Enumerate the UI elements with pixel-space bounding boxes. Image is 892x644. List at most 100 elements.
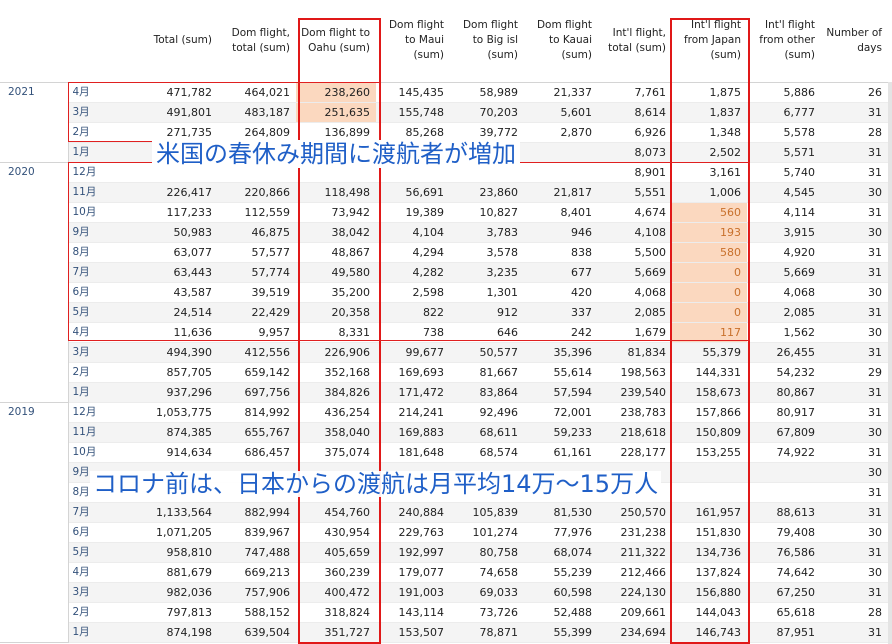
value-cell[interactable]: 79,408 <box>747 522 821 543</box>
value-cell[interactable]: 179,077 <box>376 562 450 583</box>
value-cell[interactable]: 20,358 <box>296 302 376 323</box>
value-cell[interactable]: 21,337 <box>524 82 598 103</box>
value-cell[interactable]: 822 <box>376 302 450 323</box>
value-cell[interactable]: 67,250 <box>747 582 821 603</box>
month-label[interactable]: 1月 <box>68 622 148 643</box>
value-cell[interactable]: 169,693 <box>376 362 450 383</box>
value-cell[interactable]: 145,435 <box>376 82 450 103</box>
month-label[interactable]: 6月 <box>68 522 148 543</box>
column-header-8[interactable]: Int'l flight, total (sum) <box>598 0 672 83</box>
value-cell[interactable]: 360,239 <box>296 562 376 583</box>
value-cell[interactable]: 35,200 <box>296 282 376 303</box>
value-cell[interactable]: 31 <box>821 262 888 283</box>
value-cell[interactable]: 150,809 <box>672 422 747 443</box>
year-label[interactable]: 2021 <box>0 82 69 163</box>
value-cell[interactable] <box>672 482 747 503</box>
value-cell[interactable]: 250,570 <box>598 502 672 523</box>
month-label[interactable]: 1月 <box>68 382 148 403</box>
value-cell[interactable]: 239,540 <box>598 382 672 403</box>
value-cell[interactable]: 2,085 <box>747 302 821 323</box>
month-label[interactable]: 4月 <box>68 322 148 343</box>
value-cell[interactable]: 4,674 <box>598 202 672 223</box>
value-cell[interactable]: 1,562 <box>747 322 821 343</box>
value-cell[interactable]: 2,598 <box>376 282 450 303</box>
month-label[interactable]: 8月 <box>68 242 148 263</box>
value-cell[interactable]: 137,824 <box>672 562 747 583</box>
value-cell[interactable]: 30 <box>821 282 888 303</box>
value-cell[interactable]: 38,042 <box>296 222 376 243</box>
value-cell[interactable]: 76,586 <box>747 542 821 563</box>
value-cell[interactable]: 0 <box>672 302 747 323</box>
month-label[interactable]: 5月 <box>68 302 148 323</box>
value-cell[interactable]: 30 <box>821 222 888 243</box>
value-cell[interactable]: 8,401 <box>524 202 598 223</box>
value-cell[interactable]: 211,322 <box>598 542 672 563</box>
value-cell[interactable]: 420 <box>524 282 598 303</box>
column-header-7[interactable]: Dom flight to Kauai (sum) <box>524 0 598 83</box>
value-cell[interactable]: 198,563 <box>598 362 672 383</box>
value-cell[interactable]: 9,957 <box>218 322 296 343</box>
value-cell[interactable]: 686,457 <box>218 442 296 463</box>
year-label[interactable]: 2019 <box>0 402 69 643</box>
value-cell[interactable]: 231,238 <box>598 522 672 543</box>
value-cell[interactable]: 171,472 <box>376 382 450 403</box>
value-cell[interactable]: 68,074 <box>524 542 598 563</box>
column-header-9[interactable]: Int'l flight from Japan (sum) <box>672 0 747 83</box>
value-cell[interactable]: 881,679 <box>148 562 218 583</box>
value-cell[interactable]: 31 <box>821 382 888 403</box>
value-cell[interactable]: 68,611 <box>450 422 524 443</box>
value-cell[interactable]: 4,068 <box>598 282 672 303</box>
value-cell[interactable]: 234,694 <box>598 622 672 643</box>
month-label[interactable]: 3月 <box>68 102 148 123</box>
value-cell[interactable]: 26 <box>821 82 888 103</box>
value-cell[interactable]: 81,667 <box>450 362 524 383</box>
value-cell[interactable]: 57,594 <box>524 382 598 403</box>
value-cell[interactable]: 271,735 <box>148 122 218 143</box>
value-cell[interactable]: 21,817 <box>524 182 598 203</box>
value-cell[interactable]: 156,880 <box>672 582 747 603</box>
value-cell[interactable]: 55,379 <box>672 342 747 363</box>
value-cell[interactable]: 52,488 <box>524 602 598 623</box>
value-cell[interactable]: 218,618 <box>598 422 672 443</box>
month-label[interactable]: 6月 <box>68 282 148 303</box>
value-cell[interactable]: 318,824 <box>296 602 376 623</box>
value-cell[interactable]: 405,659 <box>296 542 376 563</box>
value-cell[interactable]: 99,677 <box>376 342 450 363</box>
column-header-1[interactable] <box>68 0 148 83</box>
value-cell[interactable]: 92,496 <box>450 402 524 423</box>
value-cell[interactable]: 3,578 <box>450 242 524 263</box>
value-cell[interactable]: 67,809 <box>747 422 821 443</box>
value-cell[interactable]: 30 <box>821 182 888 203</box>
value-cell[interactable]: 251,635 <box>296 102 376 123</box>
value-cell[interactable]: 31 <box>821 342 888 363</box>
value-cell[interactable]: 226,906 <box>296 342 376 363</box>
value-cell[interactable]: 19,389 <box>376 202 450 223</box>
month-label[interactable]: 7月 <box>68 502 148 523</box>
value-cell[interactable]: 61,161 <box>524 442 598 463</box>
value-cell[interactable]: 31 <box>821 402 888 423</box>
value-cell[interactable]: 814,992 <box>218 402 296 423</box>
value-cell[interactable]: 58,989 <box>450 82 524 103</box>
value-cell[interactable]: 797,813 <box>148 602 218 623</box>
value-cell[interactable]: 4,282 <box>376 262 450 283</box>
value-cell[interactable]: 30 <box>821 522 888 543</box>
value-cell[interactable]: 238,260 <box>296 82 376 103</box>
value-cell[interactable]: 738 <box>376 322 450 343</box>
value-cell[interactable]: 153,507 <box>376 622 450 643</box>
value-cell[interactable]: 72,001 <box>524 402 598 423</box>
value-cell[interactable]: 220,866 <box>218 182 296 203</box>
value-cell[interactable]: 839,967 <box>218 522 296 543</box>
value-cell[interactable]: 1,301 <box>450 282 524 303</box>
month-label[interactable]: 2月 <box>68 362 148 383</box>
value-cell[interactable]: 655,767 <box>218 422 296 443</box>
value-cell[interactable]: 2,085 <box>598 302 672 323</box>
value-cell[interactable]: 874,198 <box>148 622 218 643</box>
value-cell[interactable]: 63,443 <box>148 262 218 283</box>
value-cell[interactable]: 7,761 <box>598 82 672 103</box>
value-cell[interactable]: 5,669 <box>747 262 821 283</box>
value-cell[interactable]: 31 <box>821 542 888 563</box>
value-cell[interactable]: 238,783 <box>598 402 672 423</box>
value-cell[interactable]: 144,043 <box>672 602 747 623</box>
column-header-3[interactable]: Dom flight, total (sum) <box>218 0 296 83</box>
value-cell[interactable]: 26,455 <box>747 342 821 363</box>
